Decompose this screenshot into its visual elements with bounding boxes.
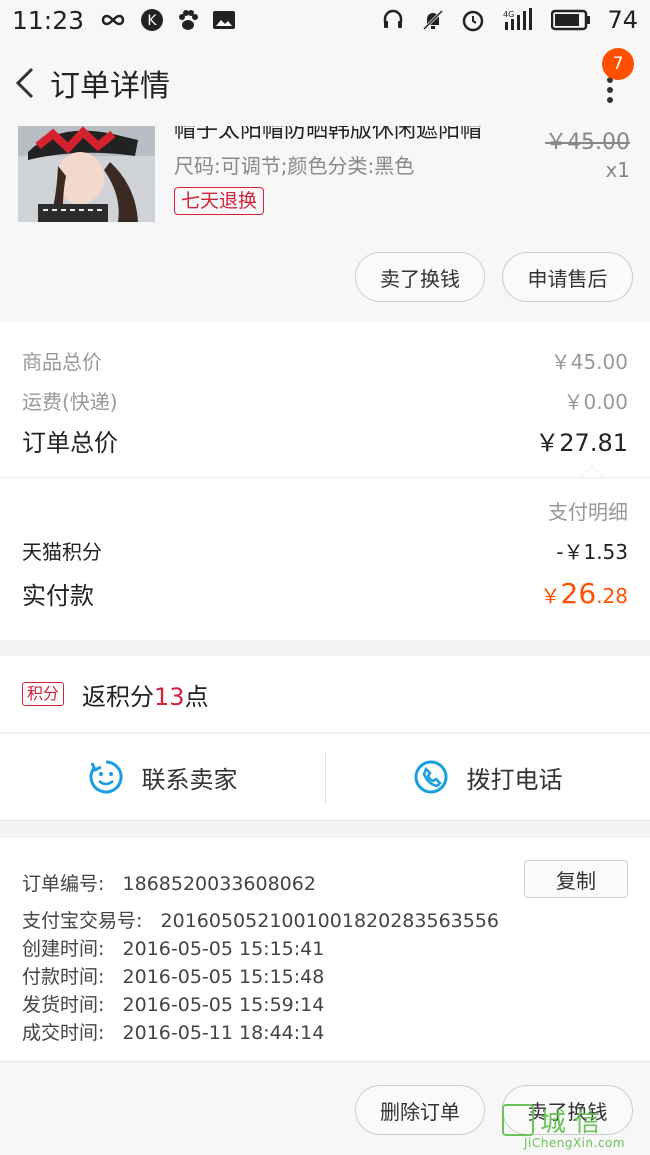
- seven-day-return-tag: 七天退换: [174, 187, 265, 215]
- order-number: 1868520033608062: [122, 873, 316, 895]
- notification-badge: 7: [602, 48, 634, 80]
- paid-currency: ￥: [540, 584, 561, 608]
- created-label: 创建时间:: [22, 938, 105, 960]
- tmall-points-label: 天猫积分: [22, 540, 102, 564]
- battery-icon: [551, 9, 591, 31]
- paid-integer: 26: [560, 577, 597, 610]
- order-total-row: 订单总价 ￥27.81: [22, 423, 628, 458]
- points-number: 13: [154, 682, 185, 711]
- copy-button[interactable]: 复制: [524, 860, 628, 898]
- phone-icon: [414, 760, 447, 794]
- divider: [0, 477, 650, 478]
- product-original-price: ￥45.00: [545, 130, 630, 155]
- chat-smile-icon: [89, 760, 122, 794]
- order-number-line: 订单编号: 1868520033608062: [22, 869, 316, 896]
- alipay-number: 2016050521001001820283563556: [160, 910, 500, 932]
- goods-total-label: 商品总价: [22, 350, 102, 374]
- svg-text:K: K: [147, 13, 157, 29]
- completed-line: 成交时间: 2016-05-11 18:44:14: [22, 1018, 324, 1045]
- shipped-label: 发货时间:: [22, 994, 105, 1016]
- watermark-box-icon: [502, 1104, 534, 1136]
- product-thumbnail[interactable]: [18, 126, 155, 222]
- back-chevron-icon[interactable]: [6, 63, 46, 103]
- created-line: 创建时间: 2016-05-05 15:15:41: [22, 934, 324, 961]
- sell-for-cash-button[interactable]: 卖了换钱: [355, 252, 485, 302]
- points-reward-row: 积分 返积分13点: [0, 656, 650, 732]
- watermark-en: JiChengXin.com: [524, 1136, 626, 1150]
- watermark-cn: 城 信: [540, 1108, 601, 1138]
- alipay-label: 支付宝交易号:: [22, 910, 143, 932]
- call-phone-button[interactable]: 拨打电话: [325, 734, 650, 820]
- order-number-label: 订单编号:: [22, 873, 105, 895]
- paw-icon: [179, 10, 199, 30]
- points-prefix: 返积分: [82, 682, 155, 711]
- status-icons-left: K: [98, 8, 236, 32]
- paid-amount: ￥26.28: [541, 577, 628, 610]
- shipping-row: 运费(快递) ￥0.00: [22, 386, 628, 415]
- delete-order-button[interactable]: 删除订单: [355, 1085, 485, 1135]
- price-summary: 商品总价 ￥45.00 运费(快递) ￥0.00 订单总价 ￥27.81 支付明…: [0, 322, 650, 640]
- shipping-value: ￥0.00: [563, 390, 628, 414]
- header: 订单详情 7: [0, 40, 650, 126]
- contact-separator: [325, 752, 326, 804]
- detail-pointer: [580, 465, 604, 477]
- after-sale-button[interactable]: 申请售后: [502, 252, 633, 302]
- contact-seller-label: 联系卖家: [141, 765, 238, 794]
- product-quantity: x1: [605, 158, 630, 182]
- battery-level: 74: [607, 6, 638, 34]
- points-text: 返积分13点: [82, 677, 209, 712]
- mute-bell-icon: [423, 9, 444, 31]
- image-notification-icon: [213, 11, 236, 29]
- tmall-points-value: -￥1.53: [556, 540, 628, 564]
- page-title: 订单详情: [50, 69, 170, 104]
- status-bar: 11:23 K 4G 74: [0, 0, 650, 40]
- paid-time-line: 付款时间: 2016-05-05 15:15:48: [22, 962, 324, 989]
- goods-total-value: ￥45.00: [550, 350, 628, 374]
- created-time: 2016-05-05 15:15:41: [122, 938, 325, 960]
- tmall-points-row: 天猫积分 -￥1.53: [22, 536, 628, 565]
- headphones-icon: [384, 9, 403, 28]
- order-total-label: 订单总价: [22, 429, 118, 457]
- alipay-line: 支付宝交易号: 2016050521001001820283563556: [22, 906, 499, 933]
- points-tag: 积分: [22, 682, 65, 706]
- alarm-icon: [463, 10, 484, 32]
- shipped-line: 发货时间: 2016-05-05 15:59:14: [22, 990, 324, 1017]
- completed-time: 2016-05-11 18:44:14: [122, 1022, 325, 1044]
- completed-label: 成交时间:: [22, 1022, 105, 1044]
- paid-decimal: .28: [596, 584, 628, 608]
- watermark-logo: 城 信 JiChengXin.com: [502, 1100, 642, 1150]
- order-total-value: ￥27.81: [535, 429, 628, 457]
- payment-detail-label: 支付明细: [548, 500, 628, 524]
- paid-time-label: 付款时间:: [22, 966, 105, 988]
- goods-total-row: 商品总价 ￥45.00: [22, 346, 628, 375]
- call-phone-label: 拨打电话: [466, 765, 563, 794]
- status-icons-right: 4G 74: [381, 6, 638, 34]
- product-title: 帽子太阳帽防晒韩版休闲遮阳帽: [174, 126, 483, 143]
- product-sku: 尺码:可调节;颜色分类:黑色: [174, 154, 415, 178]
- paid-row: 实付款 ￥26.28: [22, 576, 628, 611]
- points-suffix: 点: [184, 682, 209, 711]
- signal-icon: 4G: [503, 8, 533, 30]
- shipping-label: 运费(快递): [22, 390, 118, 414]
- payment-detail-row: 支付明细: [22, 496, 628, 525]
- paid-time: 2016-05-05 15:15:48: [122, 966, 325, 988]
- contact-bar: 联系卖家 拨打电话: [0, 733, 650, 821]
- paid-label: 实付款: [22, 582, 94, 610]
- shipped-time: 2016-05-05 15:59:14: [122, 994, 325, 1016]
- status-time: 11:23: [12, 5, 85, 35]
- product-card[interactable]: 帽子太阳帽防晒韩版休闲遮阳帽 尺码:可调节;颜色分类:黑色 七天退换 ￥45.0…: [0, 126, 650, 322]
- infinity-icon: [101, 14, 125, 26]
- k-app-icon: K: [141, 9, 164, 31]
- network-type: 4G: [503, 10, 514, 19]
- contact-seller-button[interactable]: 联系卖家: [0, 734, 325, 820]
- order-info: 订单编号: 1868520033608062 复制 支付宝交易号: 201605…: [0, 838, 650, 1062]
